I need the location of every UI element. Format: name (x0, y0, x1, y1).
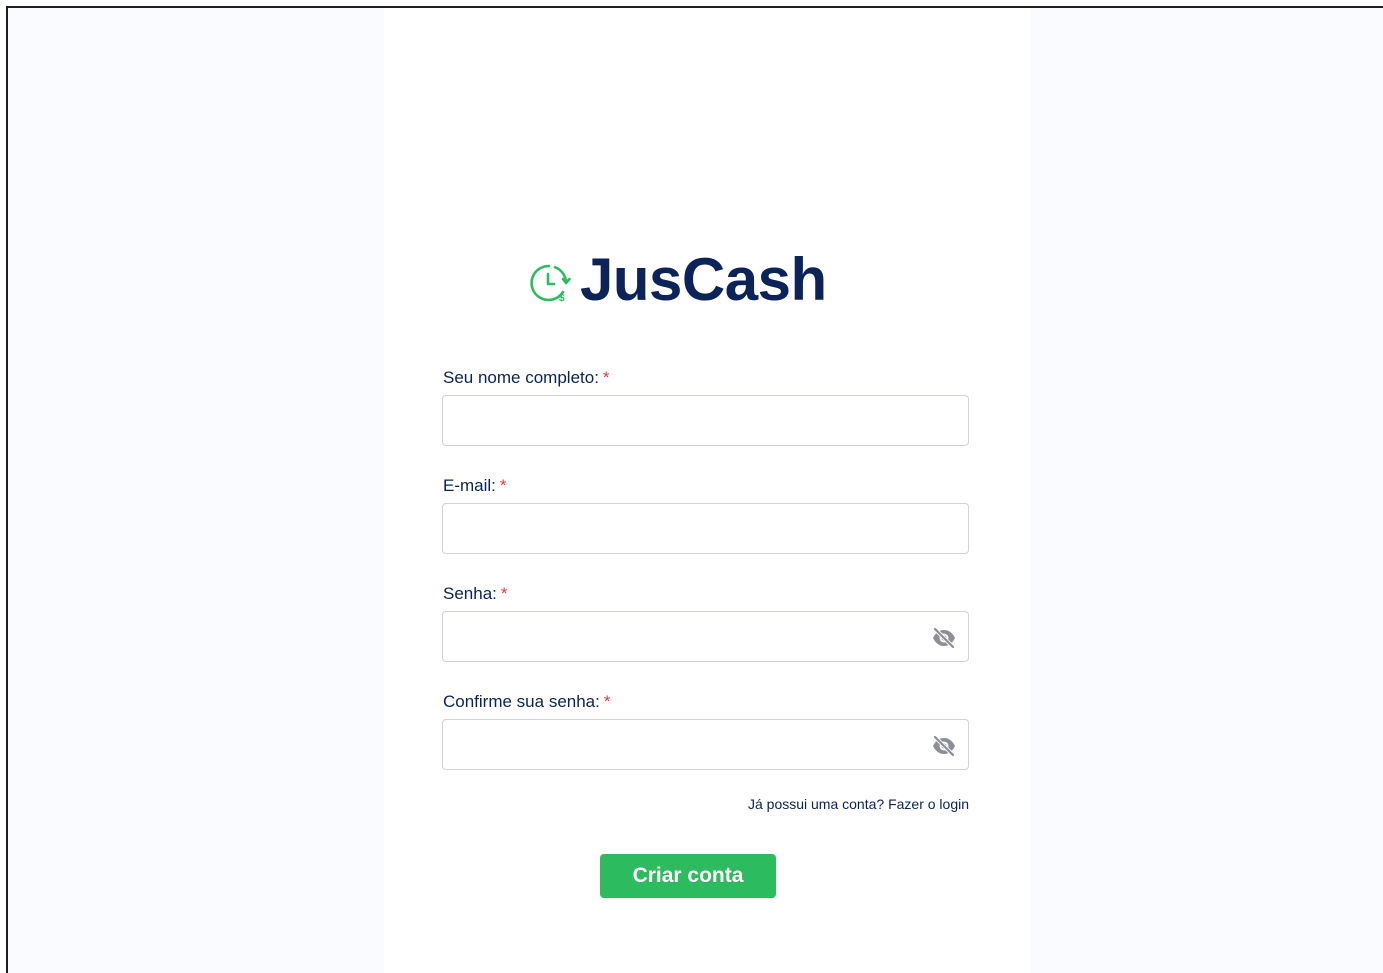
browser-viewport (6, 6, 1383, 973)
password-visibility-toggle[interactable] (930, 624, 958, 652)
confirm-password-visibility-toggle[interactable] (930, 732, 958, 760)
email-input[interactable] (443, 504, 968, 553)
eye-off-icon (933, 627, 955, 649)
login-link[interactable]: Já possui uma conta? Fazer o login (748, 795, 969, 813)
email-label-text: E-mail: (443, 476, 496, 495)
full-name-field-box (442, 395, 969, 446)
required-mark: * (500, 584, 508, 603)
confirm-password-label: Confirme sua senha: * (443, 692, 611, 712)
confirm-password-field-box (442, 719, 969, 770)
full-name-input[interactable] (443, 396, 968, 445)
required-mark: * (499, 476, 507, 495)
required-mark: * (603, 692, 611, 711)
brand-logo: $ JusCash (526, 248, 827, 312)
required-mark: * (602, 368, 610, 387)
create-account-button[interactable]: Criar conta (600, 854, 776, 898)
eye-off-icon (933, 735, 955, 757)
full-name-label: Seu nome completo: * (443, 368, 610, 388)
confirm-password-input[interactable] (443, 720, 968, 769)
confirm-password-label-text: Confirme sua senha: (443, 692, 600, 711)
brand-name: JusCash (580, 246, 827, 313)
password-label: Senha: * (443, 584, 508, 604)
email-label: E-mail: * (443, 476, 507, 496)
password-input[interactable] (443, 612, 968, 661)
email-field-box (442, 503, 969, 554)
full-name-label-text: Seu nome completo: (443, 368, 599, 387)
password-label-text: Senha: (443, 584, 497, 603)
svg-text:$: $ (559, 293, 565, 304)
clock-dollar-icon: $ (530, 264, 571, 304)
password-field-box (442, 611, 969, 662)
